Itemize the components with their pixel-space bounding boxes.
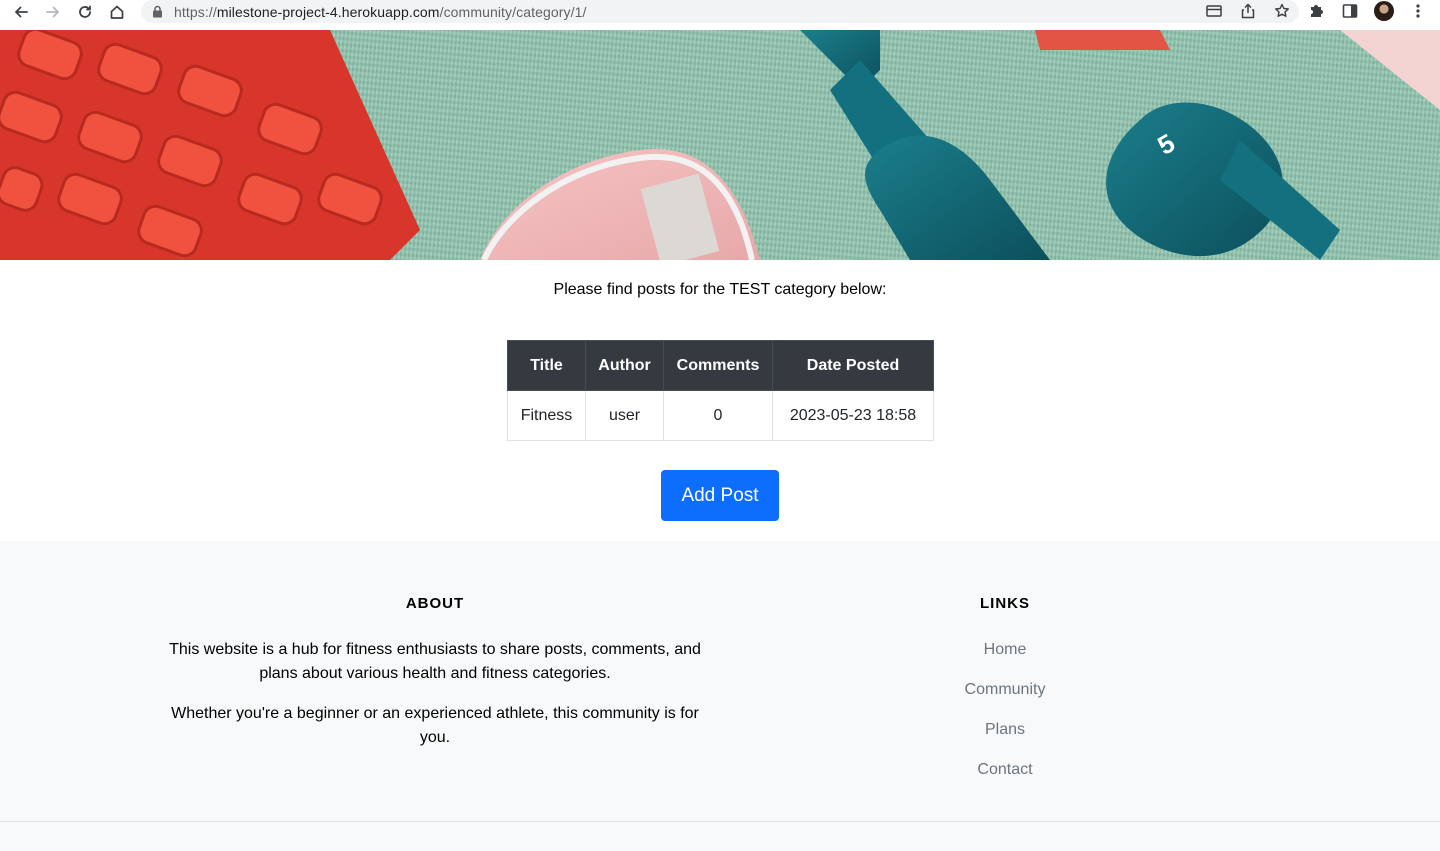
browser-toolbar: https://milestone-project-4.herokuapp.co… xyxy=(0,0,1440,24)
category-intro: Please find posts for the TEST category … xyxy=(553,281,887,298)
kebab-menu-icon xyxy=(1416,4,1420,18)
profile-button[interactable] xyxy=(1374,1,1394,21)
browser-actions xyxy=(1204,1,1428,21)
footer: ABOUT This website is a hub for fitness … xyxy=(0,541,1440,851)
footer-link-home[interactable]: Home xyxy=(984,641,1027,658)
lock-icon xyxy=(152,5,164,19)
column-header-comments: Comments xyxy=(663,340,773,391)
ankle-weight xyxy=(480,148,760,260)
footer-link-contact[interactable]: Contact xyxy=(977,761,1032,778)
footer-about: ABOUT This website is a hub for fitness … xyxy=(165,595,705,766)
url-path: /community/category/1/ xyxy=(439,3,587,20)
list-item: Community xyxy=(905,678,1105,718)
arrow-right-icon xyxy=(46,6,59,18)
column-header-title: Title xyxy=(507,340,586,391)
about-heading: ABOUT xyxy=(405,595,465,612)
list-item: Plans xyxy=(905,718,1105,758)
links-heading: LINKS xyxy=(980,595,1030,612)
footer-divider xyxy=(0,821,1440,822)
card-button[interactable] xyxy=(1204,1,1224,21)
home-icon xyxy=(110,5,124,19)
menu-button[interactable] xyxy=(1408,1,1428,21)
bookmark-button[interactable] xyxy=(1272,1,1292,21)
hero-image: 5 xyxy=(0,30,1440,260)
footer-links: LINKS Home Community Plans Contact xyxy=(905,595,1105,798)
foam-roller xyxy=(0,30,420,260)
footer-links-list: Home Community Plans Contact xyxy=(905,638,1105,798)
table-row[interactable]: Fitness user 0 2023-05-23 18:58 xyxy=(507,390,934,441)
arrow-left-icon xyxy=(15,6,28,18)
post-author-cell: user xyxy=(585,390,664,441)
post-date-cell: 2023-05-23 18:58 xyxy=(772,390,934,441)
url-host: milestone-project-4.herokuapp.com xyxy=(216,3,440,20)
back-button[interactable] xyxy=(10,1,32,23)
address-bar[interactable]: https://milestone-project-4.herokuapp.co… xyxy=(141,0,1299,23)
list-item: Contact xyxy=(905,758,1105,798)
about-paragraph-1: This website is a hub for fitness enthus… xyxy=(169,641,701,682)
extensions-button[interactable] xyxy=(1306,1,1326,21)
table-header-row: Title Author Comments Date Posted xyxy=(507,340,934,391)
hero-banner: 5 xyxy=(0,30,1440,260)
star-icon xyxy=(1275,3,1289,17)
card-icon xyxy=(1206,5,1222,17)
column-header-date-posted: Date Posted xyxy=(772,340,934,391)
side-panel-button[interactable] xyxy=(1340,1,1360,21)
list-item: Home xyxy=(905,638,1105,678)
footer-link-community[interactable]: Community xyxy=(965,681,1046,698)
about-paragraph-2: Whether you're a beginner or an experien… xyxy=(171,705,699,746)
reload-button[interactable] xyxy=(74,1,96,23)
post-comments-cell: 0 xyxy=(663,390,773,441)
url-text: https://milestone-project-4.herokuapp.co… xyxy=(174,4,587,20)
forward-button[interactable] xyxy=(42,1,64,23)
column-header-author: Author xyxy=(585,340,664,391)
share-button[interactable] xyxy=(1238,1,1258,21)
dumbbell-left xyxy=(800,30,1050,260)
reload-icon xyxy=(79,5,91,18)
post-title-cell[interactable]: Fitness xyxy=(507,390,586,441)
home-button[interactable] xyxy=(106,1,128,23)
avatar xyxy=(1374,1,1394,21)
posts-table: Title Author Comments Date Posted Fitnes… xyxy=(507,340,934,441)
footer-link-plans[interactable]: Plans xyxy=(985,721,1025,738)
puzzle-icon xyxy=(1311,5,1323,17)
url-scheme: https:// xyxy=(174,3,217,20)
share-icon xyxy=(1241,3,1255,19)
dumbbell-right: 5 xyxy=(1106,102,1340,260)
side-panel-icon xyxy=(1342,4,1358,18)
add-post-button[interactable]: Add Post xyxy=(661,470,779,521)
